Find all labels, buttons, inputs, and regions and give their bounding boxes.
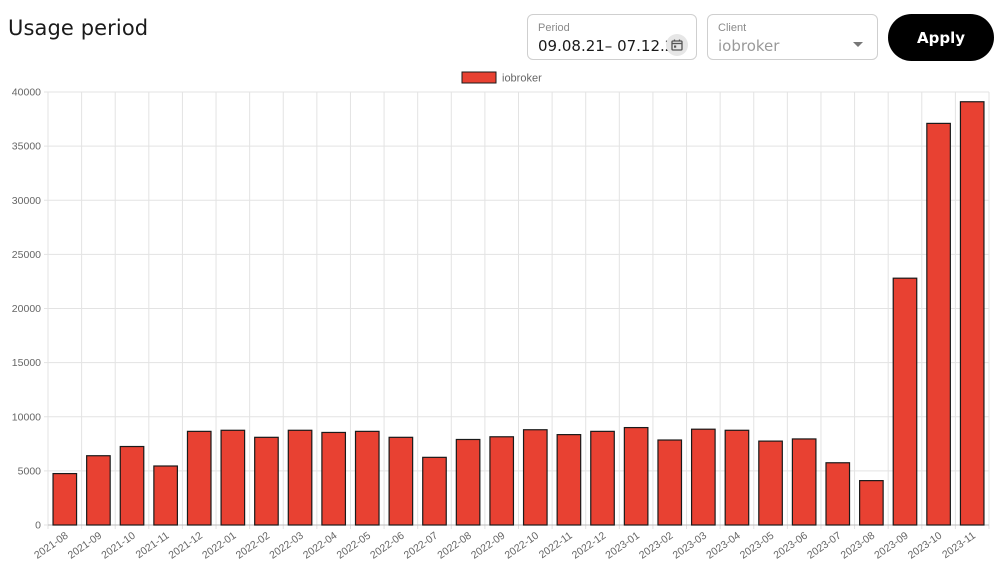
y-tick-label: 15000 [12, 357, 41, 369]
x-tick-label: 2022-08 [435, 530, 474, 562]
x-tick-label: 2021-10 [99, 530, 138, 562]
bar [892, 277, 918, 526]
y-tick-label: 0 [35, 520, 41, 532]
y-tick-label: 10000 [12, 411, 41, 423]
x-tick-label: 2023-08 [839, 530, 878, 562]
bar [791, 438, 817, 526]
x-tick-label: 2022-09 [469, 530, 508, 562]
x-tick-label: 2022-12 [570, 530, 609, 562]
x-tick-label: 2023-06 [771, 530, 810, 562]
x-tick-label: 2022-06 [368, 530, 407, 562]
bar [690, 428, 716, 526]
y-tick-label: 35000 [12, 141, 41, 153]
x-tick-label: 2023-11 [940, 530, 978, 562]
usage-bar-chart: 0 5000 10000 15000 20000 25000 30000 35000 40000… [12, 71, 990, 562]
x-tick-label: 2022-10 [503, 530, 542, 562]
bar [522, 429, 548, 526]
bar [52, 472, 78, 526]
bar [287, 429, 313, 526]
y-tick-label: 20000 [12, 303, 41, 315]
legend-swatch [461, 71, 497, 84]
bar [321, 431, 347, 526]
bar [859, 480, 884, 526]
bar [590, 430, 615, 526]
x-tick-label: 2022-11 [537, 530, 575, 562]
x-tick-label: 2023-10 [906, 530, 945, 562]
x-tick-label: 2022-01 [200, 530, 239, 562]
x-tick-label: 2023-01 [603, 530, 642, 562]
bar [354, 430, 380, 526]
bar [724, 429, 750, 526]
x-tick-label: 2023-03 [671, 530, 710, 562]
bar [153, 465, 178, 526]
bar [422, 456, 447, 526]
bar [455, 438, 481, 526]
legend-label: iobroker [502, 73, 542, 85]
x-tick-label: 2023-04 [704, 530, 743, 562]
x-tick-label: 2022-05 [335, 530, 374, 562]
x-tick-label: 2023-05 [738, 530, 777, 562]
bar [86, 455, 111, 526]
x-tick-label: 2021-08 [32, 530, 71, 562]
x-tick-label: 2022-04 [301, 530, 340, 562]
x-tick-label: 2023-07 [805, 530, 844, 562]
bar [926, 122, 951, 526]
bar [556, 434, 582, 526]
bar [758, 440, 783, 526]
bar [623, 426, 649, 526]
bar [186, 430, 212, 526]
y-tick-label: 40000 [12, 87, 41, 99]
x-tick-label: 2021-09 [66, 530, 105, 562]
x-tick-label: 2022-03 [267, 530, 306, 562]
bar [254, 436, 279, 526]
y-tick-label: 25000 [12, 249, 41, 261]
x-tick-label: 2023-09 [872, 530, 911, 562]
bar [657, 439, 683, 526]
bar [388, 436, 414, 526]
x-tick-label: 2023-02 [637, 530, 676, 562]
bar [825, 462, 851, 526]
x-tick-label: 2022-02 [234, 530, 273, 562]
x-tick-label: 2021-11 [134, 530, 172, 562]
bar [220, 429, 246, 526]
bar [119, 445, 145, 526]
y-tick-label: 30000 [12, 195, 41, 207]
x-tick-label: 2021-12 [166, 530, 205, 562]
x-tick-label: 2022-07 [402, 530, 441, 562]
bar [959, 101, 985, 526]
bar [489, 436, 515, 526]
y-tick-label: 5000 [18, 465, 42, 477]
